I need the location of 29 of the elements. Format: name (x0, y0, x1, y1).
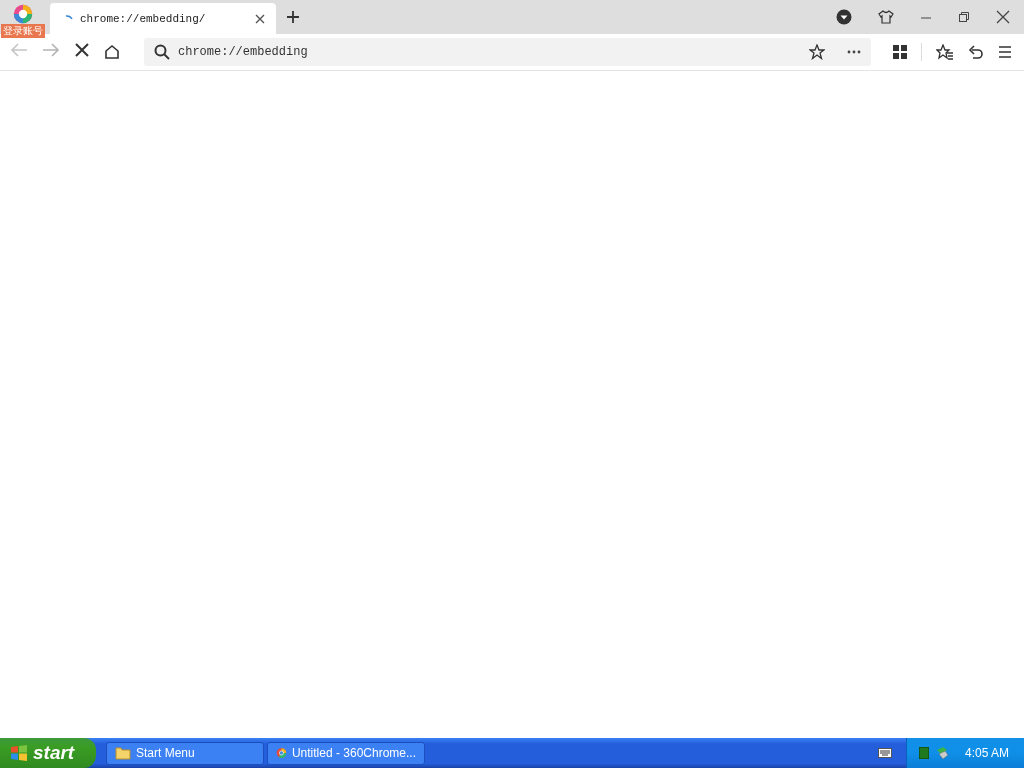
stop-icon[interactable] (74, 42, 90, 58)
address-bar[interactable]: chrome://embedding (144, 38, 871, 66)
home-icon[interactable] (104, 44, 120, 60)
shirt-icon[interactable] (878, 9, 894, 25)
browser-logo-icon (276, 745, 287, 761)
bookmark-star-icon[interactable] (809, 44, 825, 60)
menu-icon[interactable] (998, 45, 1012, 59)
close-icon[interactable] (254, 12, 266, 25)
taskbar-button[interactable]: Untitled - 360Chrome... (267, 741, 425, 765)
search-icon (154, 44, 170, 60)
clock: 4:05 AM (964, 746, 1009, 760)
windows-logo-icon (10, 744, 28, 762)
close-icon[interactable] (996, 10, 1010, 24)
download-icon[interactable] (836, 9, 852, 25)
app-logo-icon[interactable] (13, 4, 33, 24)
restore-icon[interactable] (958, 11, 970, 23)
favorites-icon[interactable] (936, 44, 954, 60)
account-badge[interactable]: 登录账号 (1, 24, 45, 38)
new-tab-icon[interactable] (286, 10, 300, 24)
more-icon[interactable] (847, 50, 861, 54)
folder-icon (115, 746, 131, 760)
status-icon[interactable] (918, 747, 929, 759)
browser-tab[interactable]: chrome://embedding/ (50, 3, 276, 34)
undo-icon[interactable] (968, 44, 984, 60)
keyboard-icon[interactable] (877, 748, 892, 758)
taskbar-button[interactable]: Start Menu (106, 741, 264, 765)
apps-grid-icon[interactable] (893, 45, 907, 59)
start-button[interactable]: start (0, 738, 96, 768)
tab-title: chrome://embedding/ (80, 12, 207, 25)
